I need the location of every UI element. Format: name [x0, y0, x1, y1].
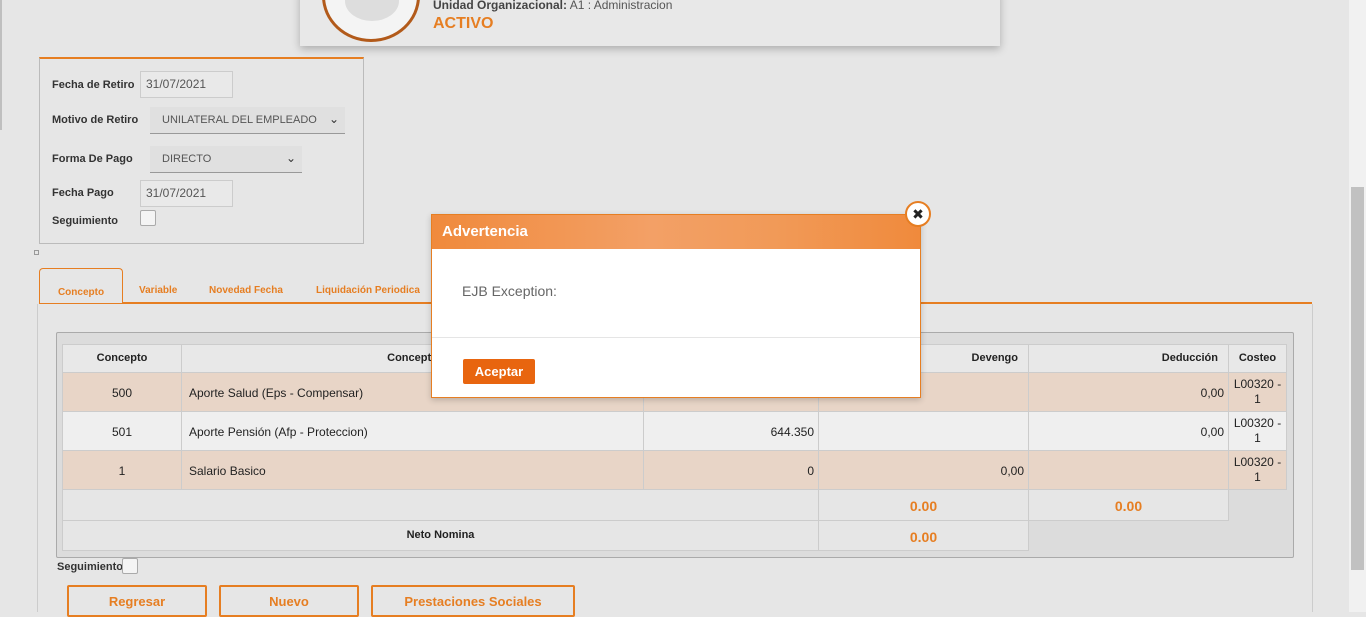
motivo-retiro-select[interactable]: UNILATERAL DEL EMPLEADO ⌄ — [150, 107, 345, 134]
org-unit-value: A1 : Administracion — [569, 0, 673, 12]
retiro-form-panel: Fecha de Retiro 31/07/2021 Motivo de Ret… — [39, 57, 364, 244]
tab-liquidacion-periodica[interactable]: Liquidación Periodica — [316, 285, 420, 296]
fecha-pago-input[interactable]: 31/07/2021 — [140, 180, 233, 207]
tab-variable[interactable]: Variable — [139, 285, 177, 296]
forma-pago-select[interactable]: DIRECTO ⌄ — [150, 146, 302, 173]
dialog-title: Advertencia — [432, 215, 920, 249]
forma-pago-label: Forma De Pago — [52, 153, 133, 165]
prestaciones-sociales-button[interactable]: Prestaciones Sociales — [371, 585, 575, 617]
seguimiento-bottom-label: Seguimiento — [57, 561, 124, 573]
row-code[interactable]: 500 — [62, 372, 182, 412]
row-deduccion[interactable]: 0,00 — [1028, 372, 1229, 412]
row-deduccion[interactable] — [1028, 450, 1229, 490]
row-code[interactable]: 1 — [62, 450, 182, 490]
row-deduccion[interactable]: 0,00 — [1028, 411, 1229, 451]
row-devengo[interactable] — [818, 411, 1029, 451]
row-concept-name[interactable]: Aporte Pensión (Afp - Proteccion) — [181, 411, 644, 451]
totals-spacer — [62, 489, 819, 521]
fecha-retiro-input[interactable]: 31/07/2021 — [140, 71, 233, 98]
org-unit-line: Unidad Organizacional: A1 : Administraci… — [433, 0, 672, 12]
left-edge — [0, 0, 2, 130]
chevron-down-icon: ⌄ — [328, 112, 339, 126]
page-scrollbar-thumb[interactable] — [1351, 187, 1364, 570]
seguimiento-label: Seguimiento — [52, 215, 119, 227]
regresar-button[interactable]: Regresar — [67, 585, 207, 617]
row-devengo[interactable]: 0,00 — [818, 450, 1029, 490]
total-devengo: 0.00 — [818, 489, 1029, 521]
row-base[interactable]: 0 — [643, 450, 819, 490]
fecha-pago-label: Fecha Pago — [52, 187, 114, 199]
anchor-marker — [34, 250, 39, 255]
col-header-deduccion[interactable]: Deducción — [1028, 344, 1229, 373]
seguimiento-bottom-checkbox[interactable] — [122, 558, 138, 574]
motivo-retiro-value: UNILATERAL DEL EMPLEADO — [162, 114, 317, 126]
dialog-message: EJB Exception: — [462, 283, 557, 299]
tab-novedad-fecha[interactable]: Novedad Fecha — [209, 285, 283, 296]
close-icon[interactable]: ✖ — [905, 201, 931, 227]
tab-concepto[interactable]: Concepto — [39, 268, 123, 303]
row-costeo[interactable]: L00320 - 1 — [1228, 450, 1287, 490]
neto-nomina-label: Neto Nomina — [62, 520, 819, 551]
chevron-down-icon: ⌄ — [285, 151, 296, 165]
forma-pago-value: DIRECTO — [162, 153, 212, 165]
motivo-retiro-label: Motivo de Retiro — [52, 114, 139, 126]
fecha-retiro-label: Fecha de Retiro — [52, 79, 135, 91]
seguimiento-checkbox[interactable] — [140, 210, 156, 226]
row-costeo[interactable]: L00320 - 1 — [1228, 372, 1287, 412]
col-header-costeo[interactable]: Costeo — [1228, 344, 1287, 373]
aceptar-button[interactable]: Aceptar — [463, 359, 535, 384]
org-unit-label: Unidad Organizacional: — [433, 0, 568, 12]
neto-nomina-value: 0.00 — [818, 520, 1029, 551]
row-base[interactable]: 644.350 — [643, 411, 819, 451]
advertencia-dialog: Advertencia EJB Exception: Aceptar — [431, 214, 921, 398]
nuevo-button[interactable]: Nuevo — [219, 585, 359, 617]
row-code[interactable]: 501 — [62, 411, 182, 451]
dialog-divider — [432, 337, 920, 338]
employee-header-card: Unidad Organizacional: A1 : Administraci… — [300, 0, 1000, 46]
row-costeo[interactable]: L00320 - 1 — [1228, 411, 1287, 451]
row-concept-name[interactable]: Salario Basico — [181, 450, 644, 490]
total-deduccion: 0.00 — [1028, 489, 1229, 521]
employee-status: ACTIVO — [433, 15, 494, 32]
col-header-code[interactable]: Concepto — [62, 344, 182, 373]
employee-avatar — [322, 0, 420, 42]
